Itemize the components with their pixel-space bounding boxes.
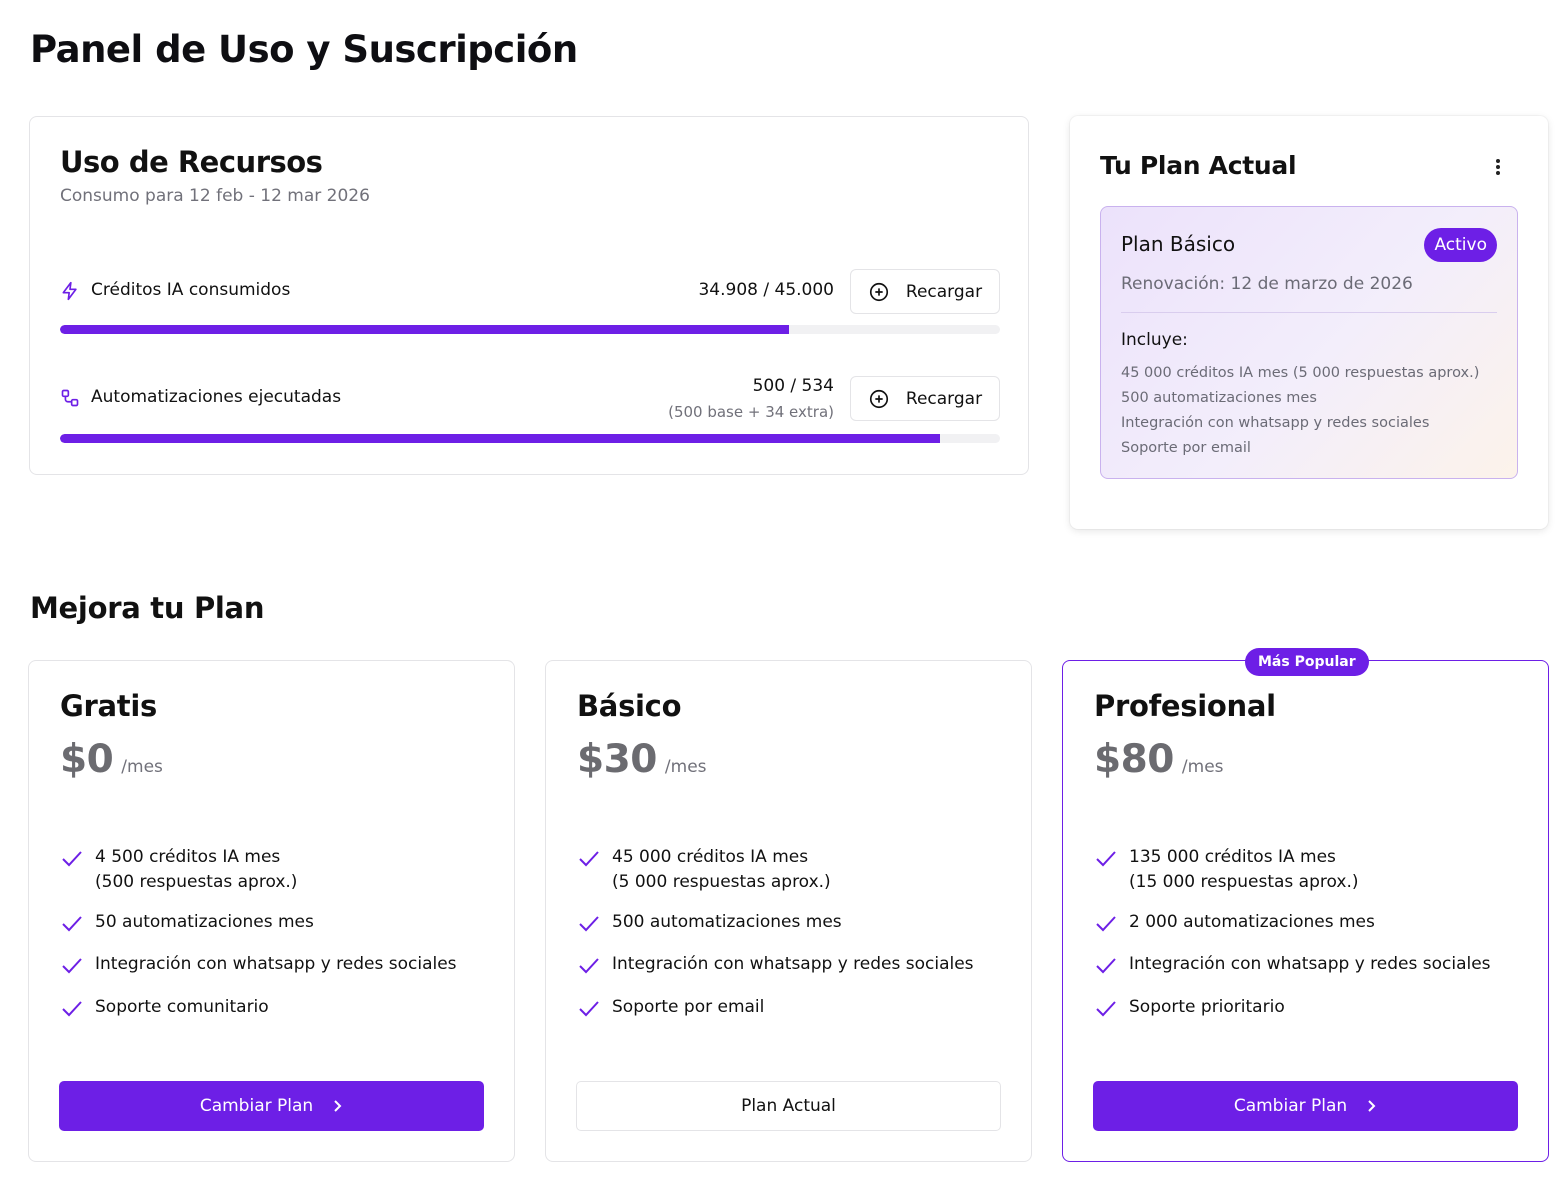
list-item: Soporte por email (1121, 440, 1251, 456)
check-icon (1096, 916, 1116, 932)
popular-badge: Más Popular (1245, 648, 1369, 676)
check-icon (579, 851, 599, 867)
feature-item: 50 automatizaciones mes (60, 910, 457, 952)
feature-list: 4 500 créditos IA mes (500 respuestas ap… (60, 845, 457, 1020)
feature-item: 500 automatizaciones mes (577, 910, 974, 952)
automations-progress (60, 434, 1000, 443)
feature-list: 45 000 créditos IA mes (5 000 respuestas… (577, 845, 974, 1020)
price-amount: $80 (1094, 737, 1174, 782)
check-icon (579, 958, 599, 974)
includes-list: 45 000 créditos IA mes (5 000 respuestas… (1121, 363, 1479, 463)
usage-title: Uso de Recursos (60, 145, 323, 179)
plan-price: $80 /mes (1094, 737, 1224, 782)
feature-item: 135 000 créditos IA mes (15 000 respuest… (1094, 845, 1491, 910)
page-title: Panel de Uso y Suscripción (30, 28, 578, 71)
feature-item: 4 500 créditos IA mes (500 respuestas ap… (60, 845, 457, 910)
automations-value: 500 / 534 (752, 376, 834, 396)
plan-card-professional: Más Popular Profesional $80 /mes 135 000… (1062, 648, 1549, 1162)
lightning-icon (62, 281, 77, 301)
feature-item: Soporte por email (577, 995, 974, 1020)
includes-label: Incluye: (1121, 330, 1188, 350)
workflow-icon (61, 389, 79, 407)
automations-progress-fill (60, 434, 940, 443)
plus-circle-icon (869, 389, 888, 408)
price-amount: $30 (577, 737, 657, 782)
plan-card-free: Gratis $0 /mes 4 500 créditos IA mes (50… (28, 660, 515, 1162)
feature-item: 2 000 automatizaciones mes (1094, 910, 1491, 952)
check-icon (62, 1001, 82, 1017)
ai-credits-progress (60, 325, 1000, 334)
recharge-ai-credits-button[interactable]: Recargar (850, 269, 1000, 314)
resource-usage-card: Uso de Recursos Consumo para 12 feb - 12… (29, 116, 1029, 475)
plan-card-basic: Básico $30 /mes 45 000 créditos IA mes (… (545, 660, 1032, 1162)
automations-extra: (500 base + 34 extra) (668, 403, 834, 421)
status-badge: Activo (1424, 228, 1497, 262)
recharge-automations-button[interactable]: Recargar (850, 376, 1000, 421)
check-icon (1096, 958, 1116, 974)
more-options-icon[interactable] (1494, 156, 1502, 178)
plan-price: $30 /mes (577, 737, 707, 782)
current-plan-name: Plan Básico (1121, 232, 1236, 256)
ai-credits-label: Créditos IA consumidos (91, 280, 291, 300)
feature-item: Integración con whatsapp y redes sociale… (60, 952, 457, 995)
plan-name: Gratis (60, 689, 157, 723)
feature-list: 135 000 créditos IA mes (15 000 respuest… (1094, 845, 1491, 1020)
check-icon (1096, 1001, 1116, 1017)
renewal-date: Renovación: 12 de marzo de 2026 (1121, 274, 1413, 294)
button-label: Cambiar Plan (199, 1096, 314, 1116)
check-icon (1096, 851, 1116, 867)
button-label: Plan Actual (741, 1096, 836, 1116)
price-period: /mes (1181, 757, 1224, 777)
ai-credits-progress-fill (60, 325, 790, 334)
upgrade-title: Mejora tu Plan (30, 591, 265, 625)
chevron-right-icon (334, 1100, 342, 1112)
check-icon (62, 958, 82, 974)
divider (1121, 312, 1497, 313)
change-plan-button[interactable]: Cambiar Plan (59, 1081, 484, 1131)
list-item: 500 automatizaciones mes (1121, 390, 1317, 406)
chevron-right-icon (1368, 1100, 1376, 1112)
price-period: /mes (664, 757, 707, 777)
check-icon (579, 916, 599, 932)
feature-item: Soporte prioritario (1094, 995, 1491, 1020)
price-period: /mes (121, 757, 163, 777)
current-plan-card: Tu Plan Actual Plan Básico Activo Renova… (1070, 116, 1548, 529)
current-plan-title: Tu Plan Actual (1100, 151, 1297, 180)
feature-item: Integración con whatsapp y redes sociale… (1094, 952, 1491, 995)
feature-item: 45 000 créditos IA mes (5 000 respuestas… (577, 845, 974, 910)
button-label: Cambiar Plan (1233, 1096, 1348, 1116)
automations-label: Automatizaciones ejecutadas (91, 387, 342, 407)
plan-price: $0 /mes (60, 737, 163, 782)
current-plan-button[interactable]: Plan Actual (576, 1081, 1001, 1131)
plus-circle-icon (869, 282, 888, 301)
recharge-label: Recargar (905, 281, 983, 302)
list-item: 45 000 créditos IA mes (5 000 respuestas… (1121, 365, 1480, 381)
ai-credits-value: 34.908 / 45.000 (698, 280, 834, 300)
check-icon (579, 1001, 599, 1017)
change-plan-button[interactable]: Cambiar Plan (1093, 1081, 1518, 1131)
current-plan-details: Plan Básico Activo Renovación: 12 de mar… (1100, 206, 1518, 479)
list-item: Integración con whatsapp y redes sociale… (1121, 415, 1430, 431)
plan-name: Básico (577, 689, 682, 723)
price-amount: $0 (60, 737, 114, 782)
feature-item: Soporte comunitario (60, 995, 457, 1020)
plan-name: Profesional (1094, 689, 1276, 723)
usage-period: Consumo para 12 feb - 12 mar 2026 (60, 186, 370, 206)
check-icon (62, 916, 82, 932)
check-icon (62, 851, 82, 867)
feature-item: Integración con whatsapp y redes sociale… (577, 952, 974, 995)
recharge-label: Recargar (905, 388, 983, 409)
